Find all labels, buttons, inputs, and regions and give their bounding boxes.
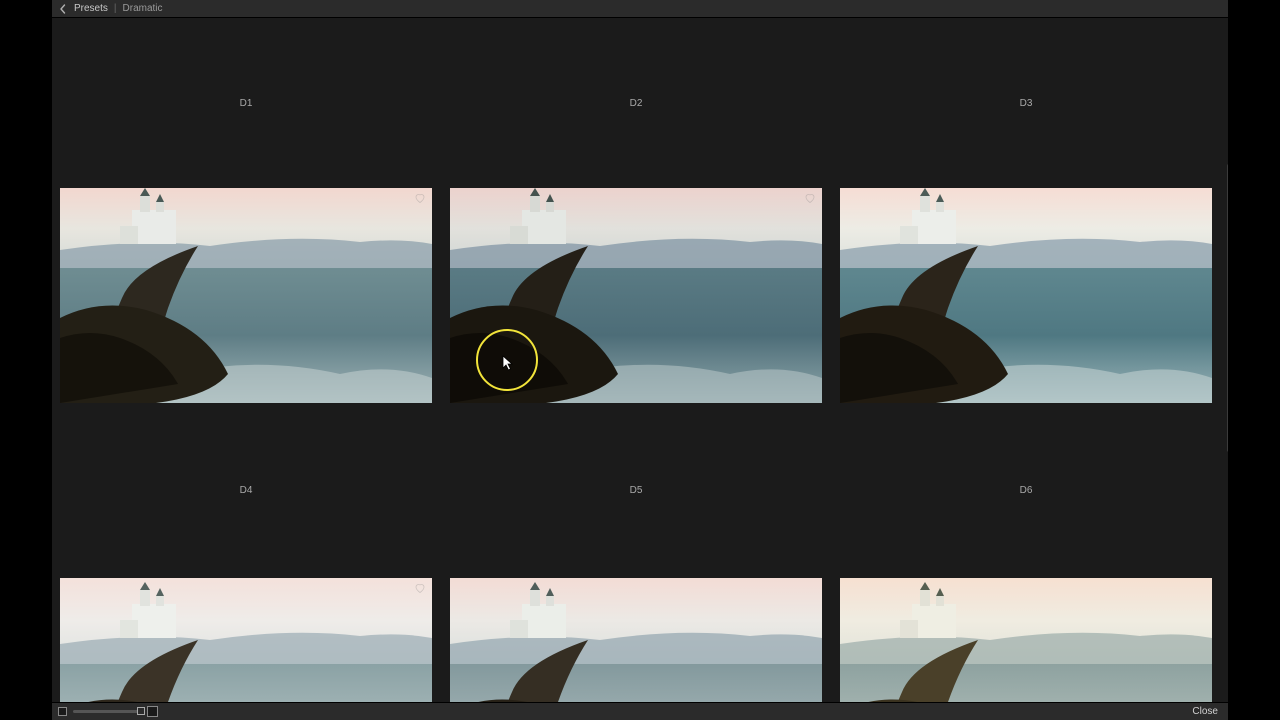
breadcrumb-divider: |: [114, 3, 117, 14]
vertical-scrollbar[interactable]: [1227, 164, 1228, 452]
app-window: Presets | Dramatic D1: [52, 0, 1228, 720]
thumbnail-size-max-icon[interactable]: [147, 706, 158, 717]
favorite-icon[interactable]: [414, 192, 426, 204]
chevron-left-icon: [58, 4, 68, 14]
coast-image-icon: [840, 188, 1212, 403]
preset-label: D3: [840, 18, 1212, 188]
preset-cell: D5: [450, 403, 822, 702]
preset-label: D2: [450, 18, 822, 188]
preset-grid-area: D1: [52, 18, 1228, 702]
preset-label: D5: [450, 403, 822, 578]
breadcrumb-root[interactable]: Presets: [74, 3, 108, 14]
preset-cell: D6: [840, 403, 1212, 702]
close-button[interactable]: Close: [1188, 706, 1222, 717]
preset-thumb-d3[interactable]: [840, 188, 1212, 403]
preset-cell: D3: [840, 18, 1212, 403]
preset-cell: D4: [60, 403, 432, 702]
breadcrumb-bar: Presets | Dramatic: [52, 0, 1228, 18]
slider-knob-icon[interactable]: [137, 707, 145, 715]
preset-cell: D1: [60, 18, 432, 403]
preset-thumb-d4[interactable]: [60, 578, 432, 702]
thumbnail-size-min-icon[interactable]: [58, 707, 67, 716]
coast-image-icon: [60, 578, 432, 702]
thumbnail-size-slider[interactable]: [73, 710, 141, 713]
footer-bar: Close: [52, 702, 1228, 720]
favorite-icon[interactable]: [414, 582, 426, 594]
breadcrumb-current: Dramatic: [123, 3, 163, 14]
favorite-icon[interactable]: [804, 192, 816, 204]
preset-label: D1: [60, 18, 432, 188]
preset-thumb-d2[interactable]: [450, 188, 822, 403]
preset-label: D4: [60, 403, 432, 578]
preset-label: D6: [840, 403, 1212, 578]
preset-thumb-d6[interactable]: [840, 578, 1212, 702]
back-button[interactable]: [58, 4, 68, 14]
preset-cell: D2: [450, 18, 822, 403]
coast-image-icon: [840, 578, 1212, 702]
preset-thumb-d5[interactable]: [450, 578, 822, 702]
coast-image-icon: [60, 188, 432, 403]
coast-image-icon: [450, 578, 822, 702]
preset-thumb-d1[interactable]: [60, 188, 432, 403]
preset-grid: D1: [60, 18, 1220, 702]
coast-image-icon: [450, 188, 822, 403]
